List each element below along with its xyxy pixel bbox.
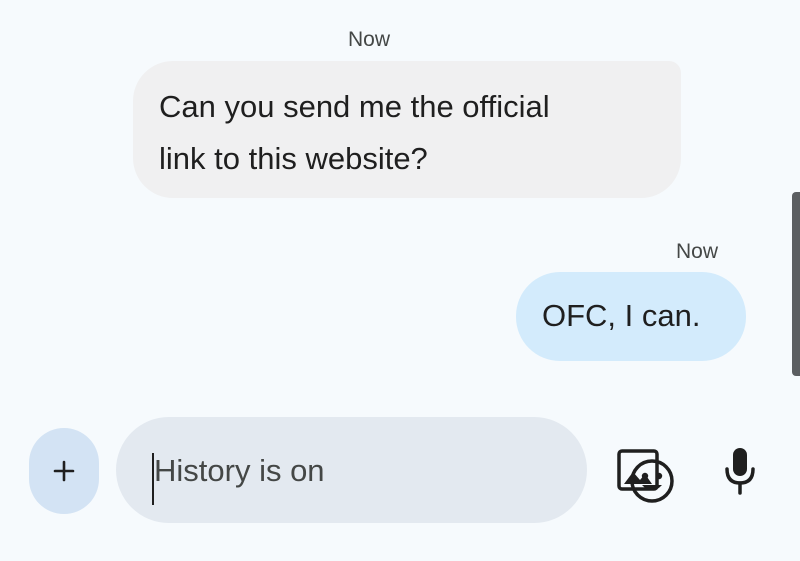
outgoing-message-bubble[interactable]: OFC, I can. xyxy=(516,272,746,361)
message-line: link to this website? xyxy=(159,141,428,176)
message-list[interactable]: Now Can you send me the official link to… xyxy=(0,0,800,405)
plus-icon xyxy=(53,460,75,482)
image-icon xyxy=(617,449,659,491)
compose-bar xyxy=(0,405,800,561)
message-input-container xyxy=(116,417,674,523)
incoming-message-bubble[interactable]: Can you send me the official link to thi… xyxy=(133,61,681,198)
message-line: Can you send me the official xyxy=(159,89,550,124)
message-line: OFC, I can. xyxy=(542,298,701,333)
message-input[interactable] xyxy=(154,448,494,494)
gallery-button[interactable] xyxy=(615,447,661,493)
message-timestamp: Now xyxy=(676,240,719,263)
attach-button[interactable] xyxy=(29,428,99,514)
scrollbar[interactable] xyxy=(792,192,800,376)
mic-icon xyxy=(725,448,755,495)
message-timestamp: Now xyxy=(348,28,391,51)
voice-button[interactable] xyxy=(722,445,758,497)
